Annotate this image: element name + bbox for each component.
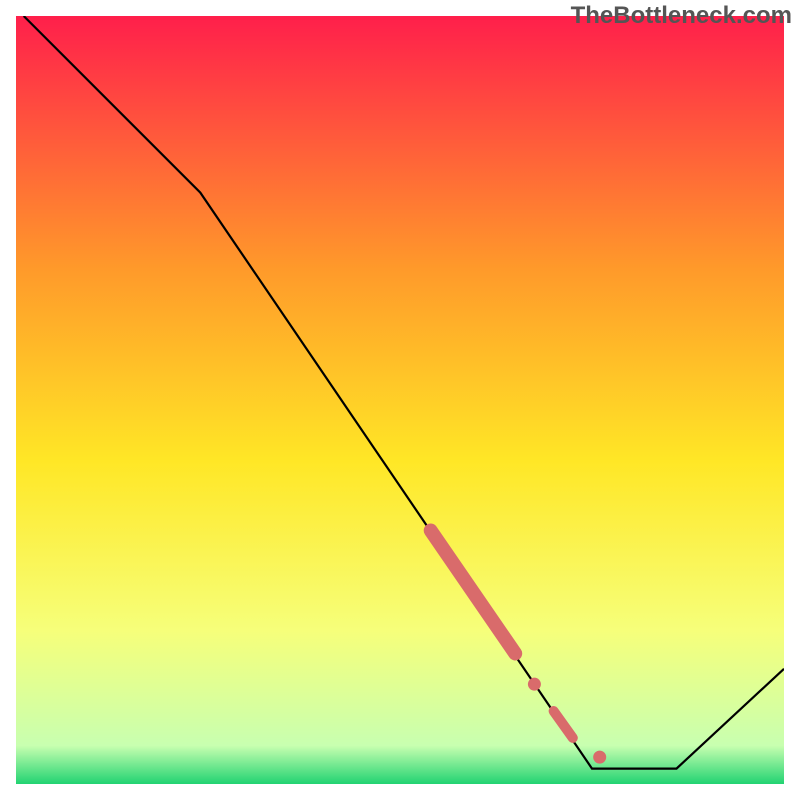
dot-3 — [593, 751, 606, 764]
chart-svg — [0, 0, 800, 800]
watermark-text: TheBottleneck.com — [571, 2, 792, 30]
chart-container: TheBottleneck.com — [0, 0, 800, 800]
dot-1 — [528, 678, 541, 691]
plot-background — [16, 16, 784, 784]
